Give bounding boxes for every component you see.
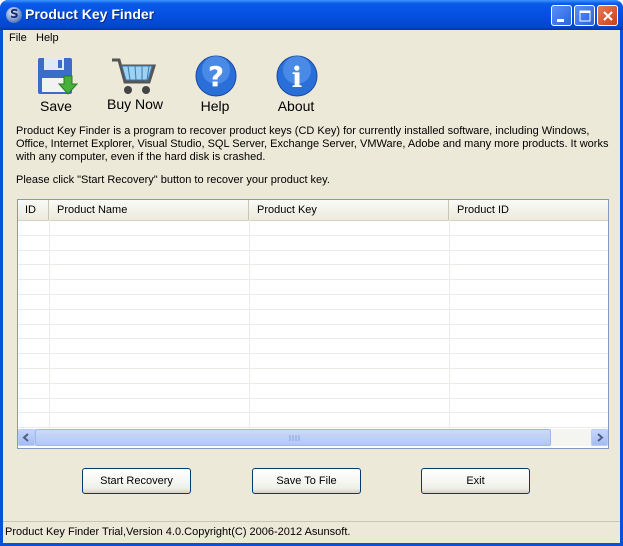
table-row-divider [18, 279, 608, 281]
column-header-product-id[interactable]: Product ID [449, 200, 608, 220]
svg-text:?: ? [208, 60, 224, 93]
description-text: Product Key Finder is a program to recov… [16, 125, 609, 163]
table-column-divider [49, 220, 50, 428]
maximize-button[interactable] [574, 5, 595, 26]
about-label: About [277, 98, 315, 114]
about-toolbar-button[interactable]: i About [261, 52, 331, 118]
shopping-cart-icon [112, 58, 157, 94]
table-row-divider [18, 234, 608, 236]
question-mark-icon: ? [195, 55, 237, 97]
table-row-divider [18, 397, 608, 399]
table-row-divider [18, 368, 608, 369]
help-label: Help [200, 98, 230, 114]
status-bar: Product Key Finder Trial,Version 4.0.Cop… [3, 521, 620, 544]
scroll-thumb[interactable] [35, 429, 551, 446]
column-header-product-key[interactable]: Product Key [249, 200, 449, 220]
table-row-divider [18, 308, 608, 310]
table-row-divider [18, 249, 608, 251]
scroll-right-button[interactable] [591, 429, 608, 446]
save-to-file-button[interactable]: Save To File [252, 468, 361, 494]
app-icon[interactable] [6, 7, 22, 23]
grip-icon [289, 435, 300, 441]
menu-bar: File Help [3, 30, 620, 48]
info-icon: i [276, 55, 318, 97]
table-row-divider [18, 264, 608, 266]
buy-now-label: Buy Now [106, 96, 164, 112]
product-key-table[interactable]: ID Product Name Product Key Product ID [17, 199, 609, 449]
help-toolbar-button[interactable]: ? Help [180, 52, 250, 118]
hint-text: Please click "Start Recovery" button to … [16, 174, 330, 186]
start-recovery-button[interactable]: Start Recovery [82, 468, 191, 494]
table-row-divider [18, 294, 608, 295]
exit-button[interactable]: Exit [421, 468, 530, 494]
table-column-divider [449, 220, 450, 428]
maximize-icon [579, 10, 591, 22]
floppy-save-icon [38, 58, 79, 95]
horizontal-scrollbar[interactable] [18, 429, 608, 446]
window-title: Product Key Finder [25, 6, 155, 22]
close-icon [603, 11, 613, 21]
menu-help[interactable]: Help [36, 32, 59, 44]
table-row-divider [18, 323, 608, 325]
table-header: ID Product Name Product Key Product ID [18, 200, 608, 221]
table-row-divider [18, 382, 608, 384]
table-row-divider [18, 412, 608, 414]
column-header-id[interactable]: ID [18, 200, 49, 220]
column-header-product-name[interactable]: Product Name [49, 200, 249, 220]
save-label: Save [40, 98, 72, 114]
minimize-icon [557, 19, 564, 22]
table-row-divider [18, 353, 608, 355]
scroll-left-button[interactable] [18, 429, 35, 446]
app-window: Product Key Finder File Help Save [0, 0, 623, 546]
status-text: Product Key Finder Trial,Version 4.0.Cop… [5, 526, 351, 538]
menu-file[interactable]: File [9, 32, 27, 44]
table-row-divider [18, 338, 608, 340]
table-column-divider [249, 220, 250, 428]
client-area: File Help Save Buy Now ? Help i About Pr… [3, 30, 620, 543]
chevron-right-icon [597, 433, 604, 442]
minimize-button[interactable] [551, 5, 572, 26]
title-bar[interactable]: Product Key Finder [0, 0, 623, 30]
buy-now-toolbar-button[interactable]: Buy Now [100, 52, 170, 118]
chevron-left-icon [22, 433, 29, 442]
svg-text:i: i [292, 61, 303, 94]
close-button[interactable] [597, 5, 618, 26]
save-toolbar-button[interactable]: Save [21, 52, 91, 118]
